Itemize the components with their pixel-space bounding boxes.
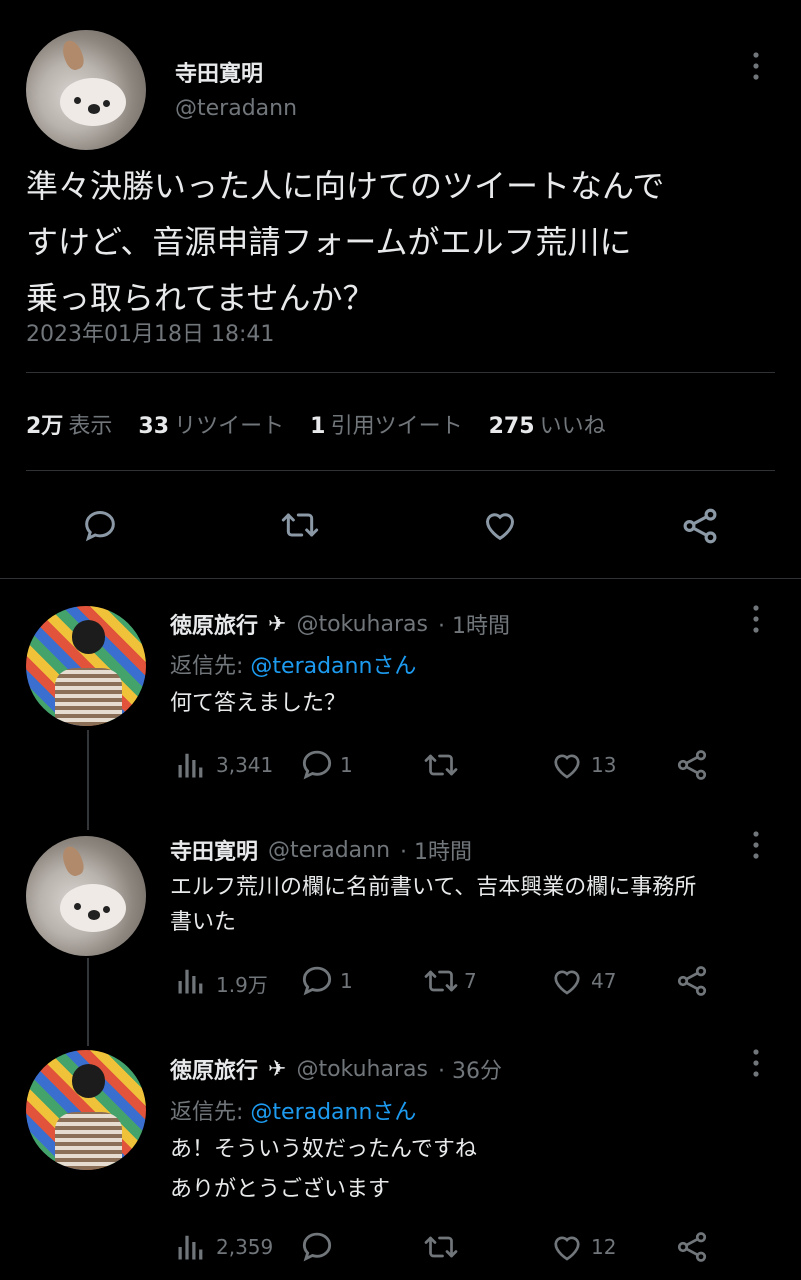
retweet-icon[interactable] bbox=[278, 505, 322, 545]
divider bbox=[26, 372, 775, 373]
reply-text: 何て答えました？ bbox=[170, 686, 346, 721]
retweet-icon[interactable] bbox=[420, 747, 462, 783]
like-icon[interactable] bbox=[548, 1229, 586, 1265]
retweet-icon[interactable] bbox=[420, 1229, 462, 1265]
reply-text-line: 書いた bbox=[170, 910, 237, 935]
divider bbox=[0, 578, 801, 579]
reply-time[interactable]: · 36分 bbox=[438, 1053, 502, 1085]
views-count: 1.9万 bbox=[216, 973, 268, 997]
reply-text: あ！そういう奴だったんですね ありがとうございます bbox=[170, 1130, 477, 1210]
author-handle[interactable]: @tokuharas bbox=[296, 612, 428, 637]
reply-text-line: 何て答えました？ bbox=[170, 691, 347, 716]
reply-text-line: あ！そういう奴だったんですね bbox=[170, 1137, 477, 1162]
reply-to-link[interactable]: @teradannさん bbox=[250, 654, 416, 679]
tweet-text: 準々決勝いった人に向けてのツイートなんで すけど、音源申請フォームがエルフ荒川に… bbox=[26, 158, 664, 326]
views-icon[interactable] bbox=[176, 1232, 206, 1262]
views-count: 3,341 bbox=[216, 753, 274, 777]
author-name[interactable]: 徳原旅行 bbox=[170, 1053, 258, 1085]
stat-retweets[interactable]: 33 リツイート bbox=[138, 408, 284, 440]
reply-time[interactable]: · 1時間 bbox=[400, 834, 472, 866]
share-icon[interactable] bbox=[674, 1229, 710, 1265]
stat-quotes[interactable]: 1 引用ツイート bbox=[310, 408, 462, 440]
more-options-icon[interactable] bbox=[746, 829, 766, 863]
reply-icon[interactable] bbox=[80, 505, 120, 545]
author-name[interactable]: 徳原旅行 bbox=[170, 608, 258, 640]
like-count: 12 bbox=[591, 1235, 617, 1259]
avatar[interactable] bbox=[26, 30, 146, 150]
reply-to: 返信先: @teradannさん bbox=[170, 648, 416, 680]
retweet-count: 7 bbox=[464, 969, 477, 993]
thread-line bbox=[87, 958, 89, 1046]
verified-plane-icon: ✈ bbox=[268, 1056, 287, 1082]
author-handle[interactable]: @tokuharas bbox=[296, 1057, 428, 1082]
like-icon[interactable] bbox=[548, 747, 586, 783]
stat-views[interactable]: 2万 表示 bbox=[26, 408, 112, 440]
thread-line bbox=[87, 730, 89, 830]
author-name[interactable]: 寺田寛明 bbox=[175, 56, 263, 88]
reply-to-prefix: 返信先: bbox=[170, 654, 251, 679]
stat-likes[interactable]: 275 いいね bbox=[489, 408, 606, 440]
reply-header: 徳原旅行 ✈ @tokuharas · 1時間 bbox=[170, 608, 510, 640]
avatar[interactable] bbox=[26, 1050, 146, 1170]
more-options-icon[interactable] bbox=[746, 50, 766, 84]
tweet-text-line: すけど、音源申請フォームがエルフ荒川に bbox=[26, 223, 632, 261]
reply-count: 1 bbox=[340, 969, 353, 993]
avatar[interactable] bbox=[26, 836, 146, 956]
like-count: 47 bbox=[591, 969, 617, 993]
more-options-icon[interactable] bbox=[746, 1047, 766, 1081]
reply-header: 徳原旅行 ✈ @tokuharas · 36分 bbox=[170, 1053, 502, 1085]
tweet-timestamp[interactable]: 2023年01月18日 18:41 bbox=[26, 316, 274, 348]
divider bbox=[26, 470, 775, 471]
reply-icon[interactable] bbox=[297, 745, 337, 783]
more-options-icon[interactable] bbox=[746, 603, 766, 637]
reply-to-link[interactable]: @teradannさん bbox=[250, 1100, 416, 1125]
retweet-icon[interactable] bbox=[420, 963, 462, 999]
reply-to: 返信先: @teradannさん bbox=[170, 1094, 416, 1126]
share-icon[interactable] bbox=[674, 963, 710, 999]
tweet-text-line: 準々決勝いった人に向けてのツイートなんで bbox=[26, 167, 665, 205]
tweet-stats: 2万 表示 33 リツイート 1 引用ツイート 275 いいね bbox=[26, 408, 606, 440]
avatar[interactable] bbox=[26, 606, 146, 726]
verified-plane-icon: ✈ bbox=[268, 611, 287, 637]
reply-text-line: ありがとうございます bbox=[170, 1177, 391, 1202]
reply-icon[interactable] bbox=[297, 961, 337, 999]
share-icon[interactable] bbox=[679, 505, 721, 547]
reply-icon[interactable] bbox=[297, 1227, 337, 1265]
author-name[interactable]: 寺田寛明 bbox=[170, 834, 258, 866]
views-icon[interactable] bbox=[176, 750, 206, 780]
views-count: 2,359 bbox=[216, 1235, 274, 1259]
like-icon[interactable] bbox=[548, 963, 586, 999]
reply-text-line: エルフ荒川の欄に名前書いて、吉本興業の欄に事務所 bbox=[170, 875, 697, 900]
author-handle[interactable]: @teradann bbox=[268, 838, 390, 863]
reply-time[interactable]: · 1時間 bbox=[438, 608, 510, 640]
reply-to-prefix: 返信先: bbox=[170, 1100, 251, 1125]
like-icon[interactable] bbox=[479, 505, 521, 545]
reply-count: 1 bbox=[340, 753, 353, 777]
reply-header: 寺田寛明 @teradann · 1時間 bbox=[170, 834, 472, 866]
share-icon[interactable] bbox=[674, 747, 710, 783]
like-count: 13 bbox=[591, 753, 617, 777]
views-icon[interactable] bbox=[176, 966, 206, 996]
reply-text: エルフ荒川の欄に名前書いて、吉本興業の欄に事務所 書いた bbox=[170, 870, 696, 940]
author-handle[interactable]: @teradann bbox=[175, 96, 297, 121]
